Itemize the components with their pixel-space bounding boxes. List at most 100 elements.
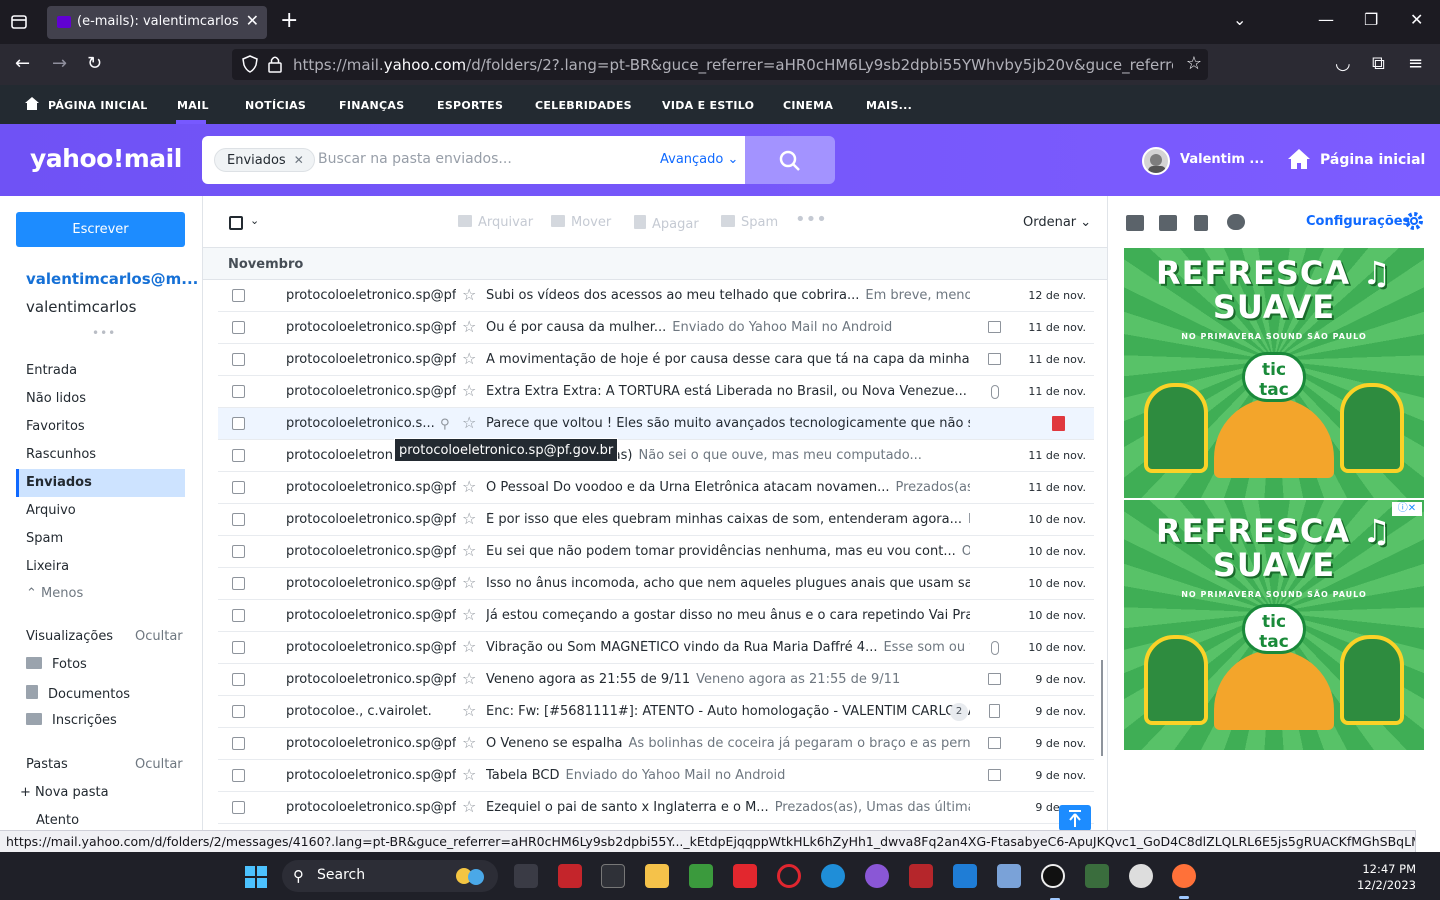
new-folder-button[interactable]: + Nova pasta [20,785,109,800]
notepad-plus-icon[interactable] [689,864,713,888]
close-window-icon[interactable]: ✕ [1410,12,1423,28]
bible-app-icon[interactable] [558,864,582,888]
ynav-mail[interactable]: MAIL [177,99,209,112]
message-row[interactable]: protocoloeletronico.sp@pf... ☆ Ou é por ca… [218,312,1094,344]
more-accounts-icon[interactable]: ••• [92,326,116,340]
row-checkbox[interactable] [232,545,245,558]
views-hide-button[interactable]: Ocultar [135,629,183,644]
file-explorer-icon[interactable] [645,864,669,888]
ynav-news[interactable]: NOTÍCIAS [245,99,306,112]
url-bar[interactable]: https://mail.yahoo.com/d/folders/2?.lang… [232,49,1208,80]
calendar-icon[interactable] [1159,215,1177,231]
row-checkbox[interactable] [232,449,245,462]
message-row[interactable]: protocoloeletronico.sp@pf... ☆ Tabela BCD E… [218,760,1094,792]
reload-icon[interactable]: ↻ [87,54,102,74]
star-icon[interactable]: ☆ [462,382,476,400]
help-icon[interactable] [1227,214,1245,230]
windows-start-icon[interactable] [245,866,267,888]
scroll-to-top-button[interactable] [1059,805,1091,831]
delete-message-icon[interactable] [1052,416,1065,431]
compose-button[interactable]: Escrever [16,212,185,247]
virtualbox-icon[interactable] [997,864,1021,888]
folder-trash[interactable]: Lixeira [16,553,185,581]
row-checkbox[interactable] [232,321,245,334]
view-documents[interactable]: Documentos [26,685,130,702]
ynav-more[interactable]: MAIS... [866,99,912,112]
folder-spam[interactable]: Spam [16,525,185,553]
browser-tab[interactable]: (e-mails): valentimcarlos@m ✕ [47,6,267,39]
view-subscriptions[interactable]: Inscrições [26,713,117,728]
account-name[interactable]: valentimcarlos [26,298,136,316]
github-icon[interactable] [865,864,889,888]
star-icon[interactable]: ☆ [462,638,476,656]
clock-app-icon[interactable] [1129,864,1153,888]
spam-button[interactable]: Spam [721,215,778,230]
yahoo-mail-logo[interactable]: yahoo!mail [30,144,182,173]
row-checkbox[interactable] [232,385,245,398]
star-icon[interactable]: ☆ [462,766,476,784]
row-checkbox[interactable] [232,609,245,622]
ynav-sports[interactable]: ESPORTES [437,99,503,112]
ynav-home[interactable]: PÁGINA INICIAL [48,99,148,112]
account-email[interactable]: valentimcarlos@m... [26,270,198,288]
message-row[interactable]: protocoloeletronico.sp@pf... ☆ Isso no ânu… [218,568,1094,600]
notepad-icon[interactable] [1194,215,1208,231]
message-row[interactable]: protocoloeletronico.sp@pf... ☆ Vibração ou… [218,632,1094,664]
reader-app-icon[interactable] [514,864,538,888]
star-icon[interactable]: ☆ [462,542,476,560]
sort-button[interactable]: Ordenar ⌄ [1023,215,1091,230]
advertisement-banner[interactable]: ⓘ✕ REFRESCA ♫ SUAVE NO PRIMAVERA SOUND S… [1124,500,1424,750]
search-input[interactable]: Buscar na pasta enviados... [318,151,512,167]
folder-inbox[interactable]: Entrada [16,357,185,385]
restore-icon[interactable]: ❐ [1364,12,1378,28]
message-row[interactable]: protocoloeletronico.sp@pf... ☆ Extra Extra… [218,376,1094,408]
chip-remove-icon[interactable]: ✕ [294,153,304,167]
list-scrollbar[interactable] [1101,660,1103,756]
user-name[interactable]: Valentim ... [1180,152,1264,167]
taskbar-search[interactable]: ⚲ Search [282,860,498,892]
star-icon[interactable]: ☆ [462,510,476,528]
folders-hide-button[interactable]: Ocultar [135,757,183,772]
new-tab-icon[interactable]: + [280,10,298,32]
star-icon[interactable]: ☆ [462,702,476,720]
row-checkbox[interactable] [232,289,245,302]
view-photos[interactable]: Fotos [26,657,87,672]
row-checkbox[interactable] [232,417,245,430]
star-icon[interactable]: ☆ [462,414,476,432]
star-icon[interactable]: ☆ [462,286,476,304]
message-row[interactable]: protocoloeletronico.sp@pf... ☆ Veneno agor… [218,664,1094,696]
menu-icon[interactable]: ≡ [1408,54,1423,74]
ynav-celebrities[interactable]: CELEBRIDADES [535,99,632,112]
row-checkbox[interactable] [232,673,245,686]
more-actions-icon[interactable]: ••• [795,209,827,230]
terminal-icon[interactable] [601,864,625,888]
row-checkbox[interactable] [232,737,245,750]
ynav-lifestyle[interactable]: VIDA E ESTILO [662,99,754,112]
search-folder-chip[interactable]: Enviados ✕ [214,148,315,172]
row-checkbox[interactable] [232,641,245,654]
select-all-checkbox[interactable] [229,216,243,230]
vscode-icon[interactable] [953,864,977,888]
archive-button[interactable]: Arquivar [458,215,533,230]
select-options-chevron-icon[interactable]: ⌄ [250,214,259,227]
move-button[interactable]: Mover [551,215,611,230]
message-row[interactable]: protocoloe., c.vairolet. ☆ Enc: Fw: [#5681… [218,696,1094,728]
tab-list-icon[interactable] [8,11,30,33]
ynav-finance[interactable]: FINANÇAS [339,99,404,112]
settings-button[interactable]: Configurações [1306,214,1410,229]
gear-icon[interactable] [1404,211,1424,231]
show-less-button[interactable]: ⌃ Menos [26,586,83,601]
folder-drafts[interactable]: Rascunhos [16,441,185,469]
folder-unread[interactable]: Não lidos [16,385,185,413]
folder-sent[interactable]: Enviados [16,469,185,497]
folder-atento[interactable]: Atento [36,813,79,828]
message-row[interactable]: protocoloeletronico.sp@pf... ☆ É por isso … [218,504,1094,536]
tracking-shield-icon[interactable] [242,55,258,73]
star-icon[interactable]: ☆ [462,478,476,496]
opera-icon[interactable] [777,864,801,888]
star-icon[interactable]: ☆ [462,350,476,368]
star-icon[interactable]: ☆ [462,318,476,336]
message-row[interactable]: protocoloeletronico.sp@pf... ☆ O Veneno se… [218,728,1094,760]
forward-icon[interactable]: → [52,54,67,74]
message-row[interactable]: protocoloeletronico.sp@pf... ☆ Ezequiel o … [218,792,1094,824]
